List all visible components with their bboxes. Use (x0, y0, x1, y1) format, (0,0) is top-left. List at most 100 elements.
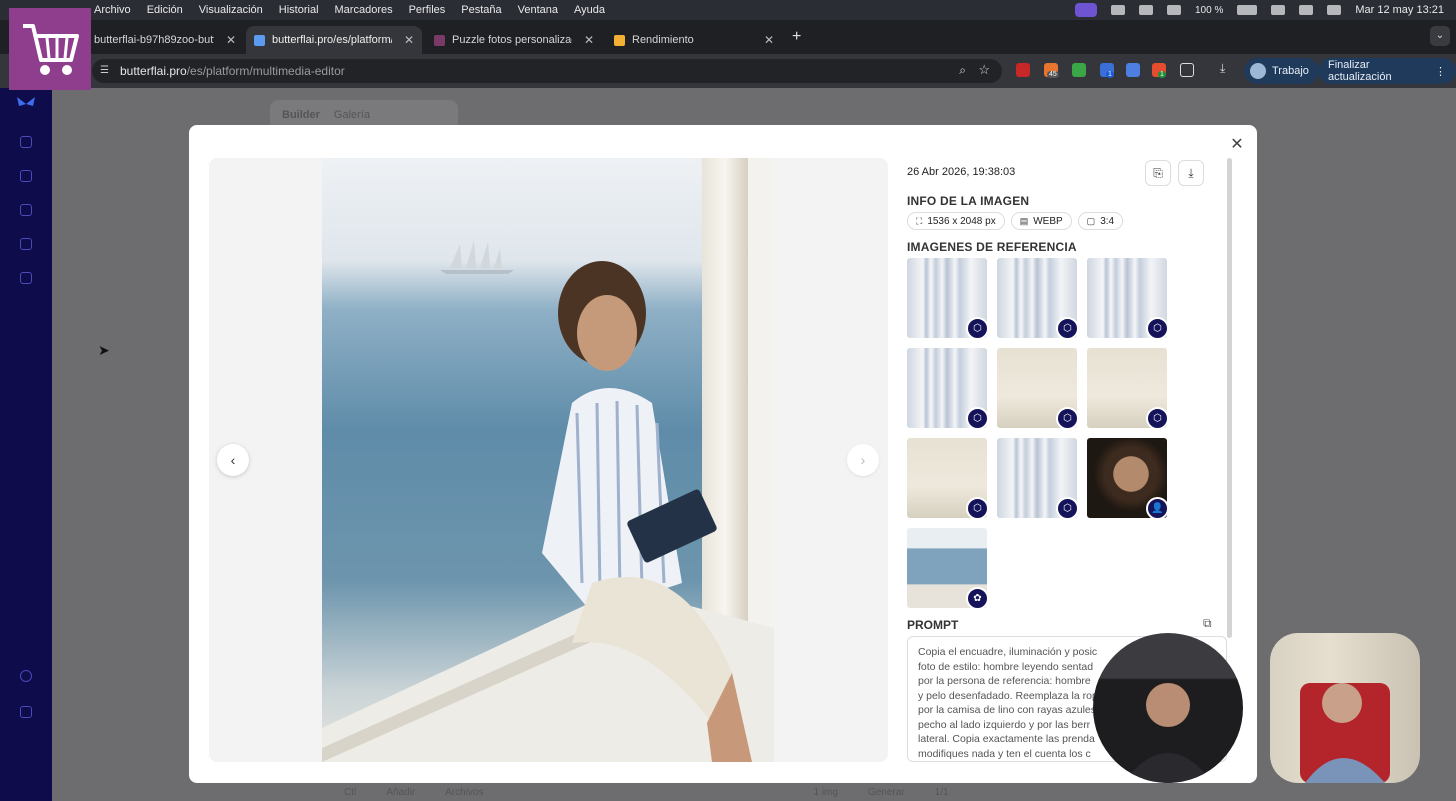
menubar-item[interactable]: Ayuda (574, 4, 605, 16)
menubar-item[interactable]: Archivo (94, 4, 131, 16)
aspect-ratio-chip: ▢ 3:4 (1077, 212, 1124, 230)
reference-thumbnail[interactable]: ✿ (907, 528, 987, 608)
close-tab-icon[interactable]: ✕ (226, 33, 236, 47)
reference-thumbnail[interactable]: ⬡ (907, 438, 987, 518)
tab-search-icon[interactable]: ⌄ (1430, 26, 1450, 46)
format-chip: ▤ WEBP (1010, 212, 1072, 230)
webcam-overlay-presenter (1093, 633, 1243, 783)
reference-thumbnail[interactable]: ⬡ (997, 348, 1077, 428)
tab-title: butterflai-b97h89zoo-butterf (94, 34, 214, 46)
download-button[interactable]: ⤓ (1178, 160, 1204, 186)
browser-tab[interactable]: Puzzle fotos personalizadas: ✕ (426, 26, 602, 54)
menubar-item[interactable]: Edición (147, 4, 183, 16)
sidebar-home-icon[interactable] (20, 136, 32, 148)
menubar-item[interactable]: Marcadores (335, 4, 393, 16)
extension-icon[interactable]: 1 (1152, 63, 1166, 78)
extension-icon[interactable] (1016, 63, 1030, 77)
zoom-icon[interactable]: ⌕ (959, 63, 966, 78)
menubar-item[interactable]: Historial (279, 4, 319, 16)
box-icon: ⬡ (1056, 497, 1077, 518)
image-viewer: ‹ › (209, 158, 888, 762)
box-icon: ⬡ (1146, 317, 1167, 338)
reference-thumbnail[interactable]: ⬡ (997, 438, 1077, 518)
profile-button[interactable]: Trabajo (1244, 58, 1319, 84)
reference-thumbnail[interactable]: ⬡ (1087, 348, 1167, 428)
status-icon[interactable] (1110, 5, 1125, 15)
extensions-puzzle-icon[interactable] (1180, 63, 1194, 77)
sidebar-users-icon[interactable] (20, 272, 32, 284)
next-image-button[interactable]: › (847, 444, 879, 476)
app-sidebar (0, 88, 52, 801)
update-button[interactable]: Finalizar actualización ⋮ (1318, 58, 1456, 84)
bottom-item: 1/1 (934, 787, 949, 798)
extension-icon[interactable]: 1 (1100, 63, 1114, 78)
extension-icon[interactable] (1126, 63, 1140, 77)
file-icon: ▤ (1019, 215, 1029, 226)
butterfly-logo-icon (17, 97, 35, 106)
reference-thumbnail[interactable]: ⬡ (1087, 258, 1167, 338)
mouse-cursor-icon: ➤ (98, 342, 110, 358)
background-tab-builder: Builder (282, 109, 320, 121)
extension-icon[interactable] (1072, 63, 1086, 77)
scrollbar[interactable] (1227, 158, 1232, 638)
reference-thumbnail[interactable]: ⬡ (907, 348, 987, 428)
sidebar-settings-icon[interactable] (20, 238, 32, 250)
tab-title: Puzzle fotos personalizadas: (452, 34, 572, 46)
menubar-item[interactable]: Perfiles (409, 4, 446, 16)
reference-thumbnail[interactable]: ⬡ (997, 258, 1077, 338)
box-icon: ⬡ (1056, 407, 1077, 428)
sidebar-media-icon[interactable] (20, 170, 32, 182)
chip-label: 1536 x 2048 px (927, 215, 996, 227)
tab-title: butterflai.pro/es/platform/mul (272, 34, 392, 46)
close-tab-icon[interactable]: ✕ (584, 33, 594, 47)
menubar-item[interactable]: Pestaña (461, 4, 501, 16)
site-settings-icon[interactable]: ☰ (100, 65, 112, 77)
browser-tab-active[interactable]: butterflai.pro/es/platform/mul ✕ (246, 26, 422, 54)
cart-icon (23, 24, 79, 75)
menubar-clock[interactable]: Mar 12 may 13:21 (1355, 4, 1444, 16)
previous-image-button[interactable]: ‹ (217, 444, 249, 476)
presenter-figure (1123, 683, 1213, 783)
info-section-title: INFO DE LA IMAGEN (907, 194, 1030, 208)
browser-tab[interactable]: Rendimiento ✕ (606, 26, 782, 54)
status-icon[interactable] (1166, 5, 1181, 15)
address-bar[interactable]: ☰ butterflai.pro/es/platform/multimedia-… (92, 59, 1002, 83)
control-center-icon[interactable] (1327, 5, 1342, 15)
browser-tab[interactable]: butterflai-b97h89zoo-butterf ✕ (86, 26, 244, 54)
download-icon[interactable]: ⤓ (1220, 61, 1234, 75)
guest-figure (1300, 683, 1390, 783)
close-tab-icon[interactable]: ✕ (764, 33, 774, 47)
avatar (1250, 63, 1266, 79)
bottom-item: 1 img (813, 787, 838, 798)
profile-label: Trabajo (1272, 65, 1309, 77)
close-icon[interactable]: ✕ (1229, 137, 1245, 153)
bottom-item: Archivos (445, 787, 484, 798)
bottom-item: Ctl (344, 787, 357, 798)
new-tab-icon[interactable]: + (792, 28, 801, 46)
butterfly-favicon-icon (254, 34, 265, 46)
bookmark-star-icon[interactable]: ☆ (978, 62, 990, 78)
browser-tabstrip: butterflai-b97h89zoo-butterf ✕ butterfla… (0, 20, 1456, 54)
kebab-menu-icon[interactable]: ⋮ (1435, 65, 1446, 78)
sidebar-help-icon[interactable] (20, 670, 32, 682)
sidebar-account-icon[interactable] (20, 706, 32, 718)
screen-record-icon[interactable] (1074, 3, 1097, 17)
status-icon[interactable] (1138, 5, 1153, 15)
person-icon: 👤 (1146, 497, 1167, 518)
menubar-item[interactable]: Ventana (518, 4, 558, 16)
reference-thumbnail[interactable]: ⬡ (907, 258, 987, 338)
move-to-folder-button[interactable]: ⎘ (1145, 160, 1171, 186)
extension-icon[interactable]: 45 (1044, 63, 1059, 78)
expand-icon: ⛶ (916, 215, 923, 226)
close-tab-icon[interactable]: ✕ (404, 33, 414, 47)
search-icon[interactable] (1299, 5, 1314, 15)
box-icon: ⬡ (966, 407, 987, 428)
sidebar-docs-icon[interactable] (20, 204, 32, 216)
menubar-item[interactable]: Visualización (199, 4, 263, 16)
tab-title: Rendimiento (632, 34, 694, 46)
references-section-title: IMAGENES DE REFERENCIA (907, 240, 1077, 254)
battery-icon[interactable] (1237, 5, 1258, 15)
wifi-icon[interactable] (1271, 5, 1286, 15)
reference-thumbnail[interactable]: 👤 (1087, 438, 1167, 518)
copy-icon[interactable]: ⧉ (1203, 616, 1212, 631)
